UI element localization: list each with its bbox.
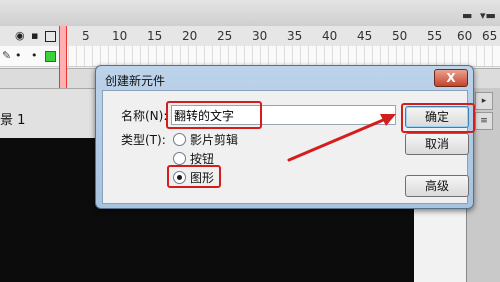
scene-label[interactable]: 景 1 [0, 109, 25, 128]
panel-menu-icon[interactable]: ≡ [475, 112, 493, 130]
lock-icon[interactable]: ▪ [31, 29, 38, 42]
playhead[interactable] [59, 26, 67, 88]
minimize-icon[interactable]: ▬ [462, 9, 472, 22]
radio-movie-clip[interactable] [173, 133, 186, 146]
radio-movie-clip-label: 影片剪辑 [190, 133, 239, 147]
frame-number: 35 [287, 29, 303, 43]
eye-icon[interactable]: ◉ [15, 29, 25, 42]
pencil-icon: ✎ [2, 49, 12, 62]
name-label: 名称(N): [121, 109, 168, 123]
name-highlight-box [166, 101, 262, 129]
type-label: 类型(T): [121, 133, 166, 147]
frame-ruler[interactable]: 5 10 15 20 25 30 35 40 45 50 55 60 65 [57, 26, 500, 46]
frame-number: 30 [252, 29, 268, 43]
layer-visible-dot[interactable]: • [15, 49, 22, 62]
frame-number: 40 [322, 29, 338, 43]
dialog-body: 名称(N): 翻转的文字 类型(T): 影片剪辑 按钮 图形 确定 取消 高级 [102, 90, 475, 204]
cancel-button[interactable]: 取消 [405, 133, 469, 155]
timeline-header: ◉ ▪ 5 10 15 20 25 30 35 40 45 50 55 60 6… [0, 26, 500, 47]
frame-number: 55 [427, 29, 443, 43]
close-button[interactable]: X [434, 69, 468, 87]
layer-lock-dot[interactable]: • [31, 49, 38, 62]
frame-number: 10 [112, 29, 128, 43]
top-toolbar: ▬ ▾▬ [0, 0, 500, 27]
ok-highlight-box [401, 103, 475, 133]
frame-number: 65 [482, 29, 498, 43]
advanced-button[interactable]: 高级 [405, 175, 469, 197]
layer-color-swatch[interactable] [45, 51, 56, 62]
frame-number: 45 [357, 29, 373, 43]
dialog-title: 创建新元件 [105, 74, 166, 88]
graphic-highlight-box [167, 165, 221, 188]
frame-number: 20 [182, 29, 198, 43]
radio-button[interactable] [173, 152, 186, 165]
create-symbol-dialog: 创建新元件 X 名称(N): 翻转的文字 类型(T): 影片剪辑 按钮 图形 确… [95, 65, 475, 209]
outline-icon[interactable] [45, 31, 56, 42]
frames-grid[interactable] [60, 46, 500, 66]
frame-number: 50 [392, 29, 408, 43]
frame-number: 15 [147, 29, 163, 43]
frame-number: 5 [82, 29, 90, 43]
panel-menu-icon[interactable]: ▾▬ [480, 9, 496, 22]
panel-arrow-icon[interactable]: ▸ [475, 92, 493, 110]
frame-number: 25 [217, 29, 233, 43]
frame-number: 60 [457, 29, 473, 43]
